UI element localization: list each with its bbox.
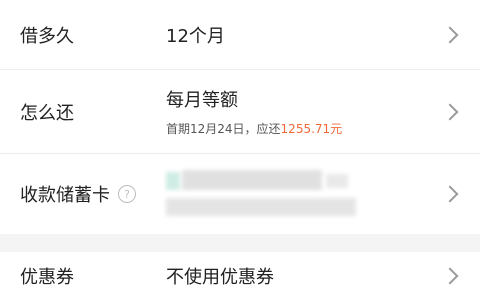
repayment-amount: 1255.71元 <box>280 122 343 136</box>
redacted-card-info <box>166 168 386 220</box>
section-gap <box>0 234 480 252</box>
coupon-row[interactable]: 优惠券 不使用优惠券 <box>0 252 480 300</box>
question-circle-icon[interactable]: ? <box>118 185 136 203</box>
repayment-label: 怎么还 <box>20 102 74 124</box>
loan-form: 借多久 12个月 怎么还 每月等额 首期12月24日，应还1255.71元 收款… <box>0 0 480 234</box>
repayment-row[interactable]: 怎么还 每月等额 首期12月24日，应还1255.71元 <box>0 70 480 154</box>
chevron-right-icon <box>441 103 459 120</box>
coupon-label: 优惠券 <box>20 267 74 288</box>
repayment-detail: 首期12月24日，应还1255.71元 <box>166 120 436 137</box>
term-label: 借多久 <box>20 25 74 47</box>
debit-card-label: 收款储蓄卡 <box>20 185 110 206</box>
repayment-value-group: 每月等额 首期12月24日，应还1255.71元 <box>166 86 436 137</box>
chevron-right-icon <box>441 26 459 43</box>
term-row[interactable]: 借多久 12个月 <box>0 0 480 70</box>
repayment-detail-text: 首期12月24日，应还 <box>166 122 281 136</box>
debit-card-row[interactable]: 收款储蓄卡 ? <box>0 154 480 234</box>
chevron-right-icon <box>441 267 459 285</box>
repayment-method: 每月等额 <box>166 90 238 111</box>
term-value: 12个月 <box>166 25 225 47</box>
coupon-value: 不使用优惠券 <box>166 267 274 288</box>
chevron-right-icon <box>441 185 459 203</box>
debit-card-label-wrap: 收款储蓄卡 ? <box>20 181 166 207</box>
debit-card-value <box>166 168 436 220</box>
